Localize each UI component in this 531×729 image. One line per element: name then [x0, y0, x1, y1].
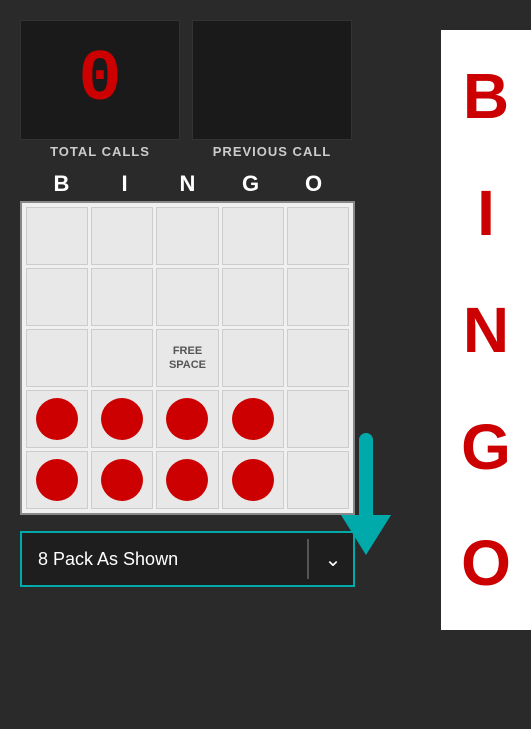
bingo-col-n: N: [160, 171, 215, 197]
bingo-cell: [26, 207, 88, 265]
bingo-col-i: I: [97, 171, 152, 197]
bingo-cell: [156, 451, 218, 509]
bingo-cell: [91, 451, 153, 509]
bingo-cell: [222, 390, 284, 448]
side-letter-g: G: [461, 412, 511, 482]
bingo-cell: [222, 451, 284, 509]
dropdown-divider: [307, 539, 309, 579]
bingo-cell: [222, 329, 284, 387]
bingo-cell: [26, 329, 88, 387]
pack-select[interactable]: 8 Pack As Shown4 Pack6 Pack12 Pack: [22, 549, 303, 569]
bingo-cell: [91, 268, 153, 326]
total-calls-display: 0: [20, 20, 180, 140]
total-calls-value: 0: [78, 44, 121, 116]
bingo-col-b: B: [34, 171, 89, 197]
bingo-marker: [36, 398, 78, 440]
bingo-side-panel: B I N G O: [441, 30, 531, 630]
bingo-cell: [287, 207, 349, 265]
side-letter-i: I: [477, 178, 495, 248]
bingo-cell: [287, 268, 349, 326]
bingo-cell: [26, 390, 88, 448]
bingo-col-o: O: [286, 171, 341, 197]
bingo-marker: [36, 459, 78, 501]
bingo-marker: [166, 398, 208, 440]
dropdown-wrapper[interactable]: 8 Pack As Shown4 Pack6 Pack12 Pack ⌄: [20, 531, 355, 587]
bingo-col-g: G: [223, 171, 278, 197]
bingo-cell: [222, 207, 284, 265]
bingo-cell: [287, 329, 349, 387]
bingo-cell: [26, 268, 88, 326]
total-calls-label: TOTAL CALLS: [50, 144, 150, 159]
bingo-marker: [166, 459, 208, 501]
bingo-marker: [101, 398, 143, 440]
bingo-grid: FREE SPACE: [26, 207, 349, 509]
bingo-cell: [91, 329, 153, 387]
previous-call-display: [192, 20, 352, 140]
bingo-cell: [156, 390, 218, 448]
dropdown-container: 8 Pack As Shown4 Pack6 Pack12 Pack ⌄: [20, 531, 355, 587]
total-calls-panel: 0 TOTAL CALLS: [20, 20, 180, 159]
bingo-cell: FREE SPACE: [156, 329, 218, 387]
bingo-card: FREE SPACE: [20, 201, 355, 515]
bingo-cell: [156, 268, 218, 326]
bingo-cell: [91, 390, 153, 448]
display-panels: 0 TOTAL CALLS PREVIOUS CALL: [20, 20, 511, 159]
side-letter-b: B: [463, 61, 509, 131]
bingo-column-headers: B I N G O: [20, 171, 355, 197]
bingo-marker: [101, 459, 143, 501]
bingo-cell: [156, 207, 218, 265]
previous-call-panel: PREVIOUS CALL: [192, 20, 352, 159]
bingo-cell: [91, 207, 153, 265]
free-space-label: FREE SPACE: [157, 344, 217, 373]
bingo-cell: [26, 451, 88, 509]
side-letter-o: O: [461, 528, 511, 598]
teal-arrow: [336, 430, 416, 550]
bingo-marker: [232, 398, 274, 440]
bingo-cell: [222, 268, 284, 326]
side-letter-n: N: [463, 295, 509, 365]
bingo-marker: [232, 459, 274, 501]
previous-call-label: PREVIOUS CALL: [213, 144, 331, 159]
